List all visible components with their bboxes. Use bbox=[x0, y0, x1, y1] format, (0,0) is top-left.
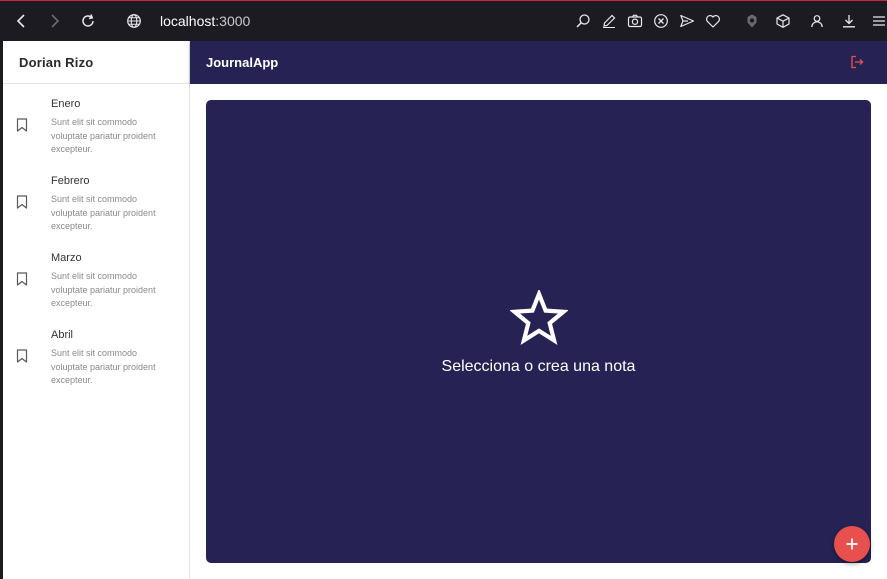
list-item[interactable]: Marzo Sunt elit sit commodo voluptate pa… bbox=[3, 250, 189, 327]
add-note-button[interactable] bbox=[834, 526, 870, 562]
sidebar-header: Dorian Rizo bbox=[3, 41, 189, 84]
entry-body: Sunt elit sit commodo voluptate pariatur… bbox=[51, 271, 156, 308]
bookmark-icon bbox=[16, 349, 28, 363]
reload-icon[interactable] bbox=[72, 5, 104, 37]
sidebar: Dorian Rizo Enero Sunt elit sit commodo … bbox=[0, 41, 190, 579]
app-bar: JournalApp bbox=[190, 41, 887, 84]
entry-body: Sunt elit sit commodo voluptate pariatur… bbox=[51, 117, 156, 154]
edit-icon[interactable] bbox=[601, 13, 617, 29]
entry-title: Enero bbox=[51, 98, 81, 110]
entry-title: Abril bbox=[51, 329, 74, 341]
logout-icon[interactable] bbox=[850, 55, 864, 69]
list-item[interactable]: Febrero Sunt elit sit commodo voluptate … bbox=[3, 173, 189, 250]
heart-icon[interactable] bbox=[705, 13, 721, 29]
user-name: Dorian Rizo bbox=[19, 54, 94, 70]
download-icon[interactable] bbox=[841, 13, 857, 29]
empty-message: Selecciona o crea una nota bbox=[441, 358, 636, 375]
box-icon[interactable] bbox=[775, 13, 791, 29]
bookmark-icon bbox=[16, 272, 28, 286]
browser-toolbar: localhost:3000 bbox=[0, 0, 887, 41]
app-title: JournalApp bbox=[206, 55, 279, 70]
forward-icon[interactable] bbox=[38, 5, 70, 37]
nothing-selected-view: Selecciona o crea una nota bbox=[206, 100, 871, 563]
url-port: :3000 bbox=[215, 13, 251, 29]
search-page-icon[interactable] bbox=[575, 13, 591, 29]
list-item[interactable]: Enero Sunt elit sit commodo voluptate pa… bbox=[3, 96, 189, 173]
entry-list: Enero Sunt elit sit commodo voluptate pa… bbox=[3, 84, 189, 404]
entry-title: Febrero bbox=[51, 175, 90, 187]
list-item[interactable]: Abril Sunt elit sit commodo voluptate pa… bbox=[3, 327, 189, 404]
bookmark-icon bbox=[16, 195, 28, 209]
star-icon bbox=[510, 290, 568, 345]
entry-title: Marzo bbox=[51, 252, 82, 264]
url-field[interactable]: localhost:3000 bbox=[160, 13, 250, 29]
send-icon[interactable] bbox=[679, 13, 695, 29]
profile-icon[interactable] bbox=[809, 13, 825, 29]
entry-body: Sunt elit sit commodo voluptate pariatur… bbox=[51, 194, 156, 231]
entry-body: Sunt elit sit commodo voluptate pariatur… bbox=[51, 348, 156, 385]
back-icon[interactable] bbox=[6, 5, 38, 37]
plus-icon bbox=[846, 538, 858, 550]
extension-icon[interactable] bbox=[744, 13, 760, 29]
menu-icon[interactable] bbox=[871, 13, 887, 29]
main-content: Selecciona o crea una nota bbox=[190, 84, 887, 579]
url-host: localhost bbox=[160, 13, 216, 29]
block-icon[interactable] bbox=[653, 13, 669, 29]
camera-icon[interactable] bbox=[627, 13, 643, 29]
bookmark-icon bbox=[16, 118, 28, 132]
globe-icon bbox=[126, 13, 142, 29]
